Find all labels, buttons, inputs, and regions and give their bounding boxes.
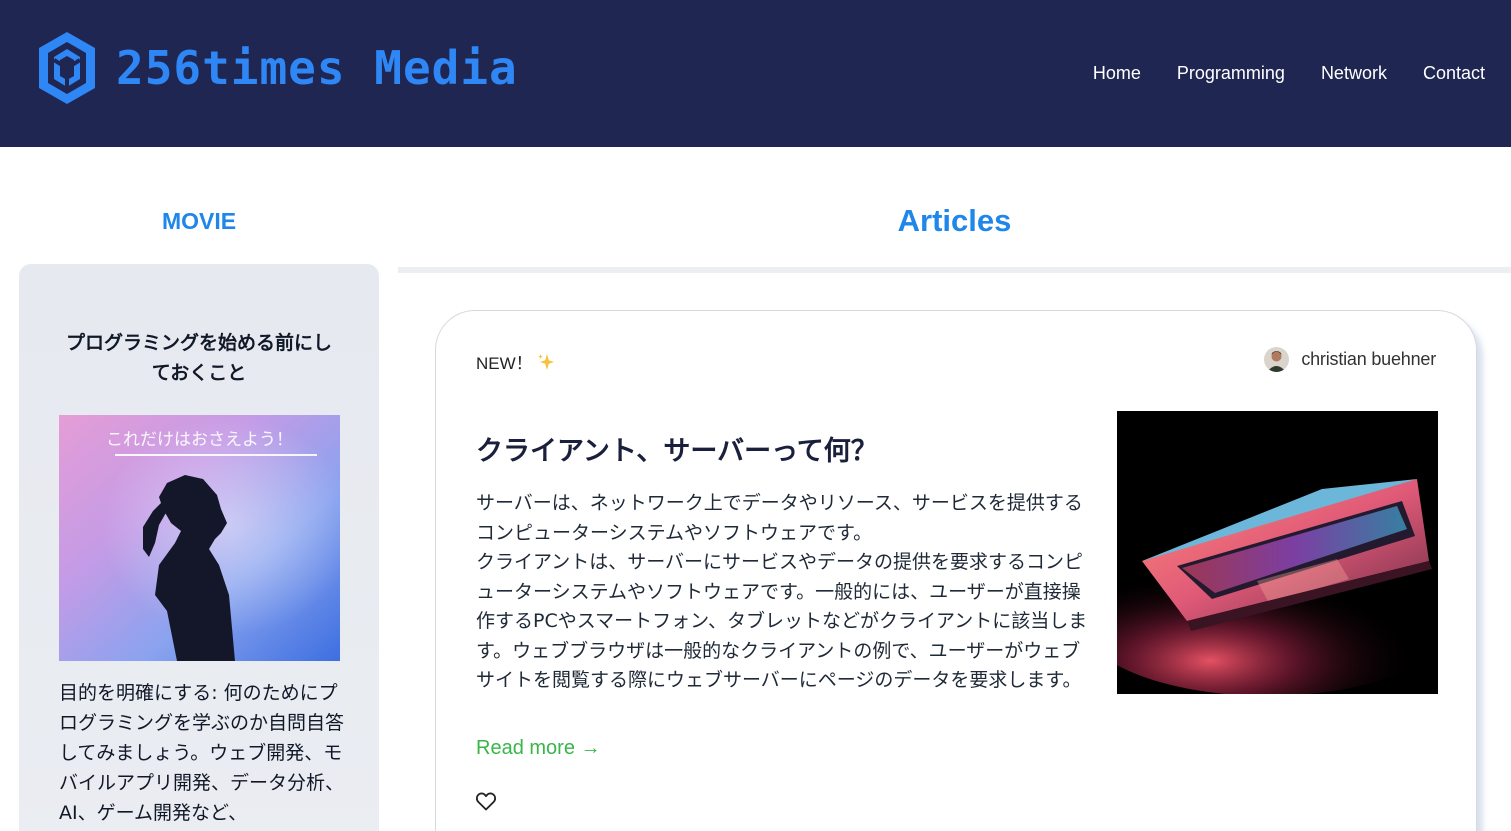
section-divider: [398, 267, 1511, 273]
main-nav: Home Programming Network Contact: [1093, 60, 1485, 86]
brand-name[interactable]: 256times Media: [116, 38, 518, 98]
new-badge-label: NEW！: [476, 354, 533, 373]
author-avatar: [1264, 347, 1290, 372]
movie-card-heading: プログラミングを始める前にしておくこと: [65, 332, 332, 384]
movie-section-title: MOVIE: [161, 208, 237, 234]
caption-underline: [115, 454, 317, 456]
article-card[interactable]: NEW！ christian buehner クライアント、サーバーって何？ サ…: [435, 310, 1477, 831]
heart-icon[interactable]: [474, 789, 498, 813]
articles-section-title: Articles: [897, 203, 1012, 238]
nav-programming-link[interactable]: Programming: [1177, 60, 1285, 86]
laptop-image: [1117, 411, 1438, 694]
nav-network-link[interactable]: Network: [1321, 60, 1387, 86]
avatar-icon: [1264, 347, 1290, 372]
sparkle-icon: [537, 353, 554, 370]
article-body: サーバーは、ネットワーク上でデータやリソース、サービスを提供するコンピューターシ…: [476, 492, 1088, 691]
article-thumbnail[interactable]: [1117, 411, 1438, 694]
logo-icon[interactable]: [36, 30, 98, 106]
silhouette-image: [59, 415, 340, 661]
new-badge: NEW！: [476, 349, 555, 374]
article-author[interactable]: christian buehner: [1264, 347, 1436, 372]
nav-home-link[interactable]: Home: [1093, 60, 1141, 86]
read-more-link[interactable]: Read more →: [476, 737, 601, 760]
author-name[interactable]: christian buehner: [1301, 349, 1436, 370]
site-header: 256times Media Home Programming Network …: [0, 0, 1511, 147]
movie-thumbnail-caption: これだけはおさえよう！: [106, 430, 293, 450]
article-title[interactable]: クライアント、サーバーって何？: [476, 429, 878, 468]
movie-thumbnail[interactable]: これだけはおさえよう！: [59, 415, 340, 661]
movie-card-text: 目的を明確にする: 何のためにプログラミングを学ぶのか自問自答してみましょう。ウ…: [59, 682, 345, 824]
nav-contact-link[interactable]: Contact: [1423, 60, 1485, 86]
movie-card[interactable]: プログラミングを始める前にしておくこと これだけはおさえよう！ 目的を明確にする…: [19, 264, 379, 831]
